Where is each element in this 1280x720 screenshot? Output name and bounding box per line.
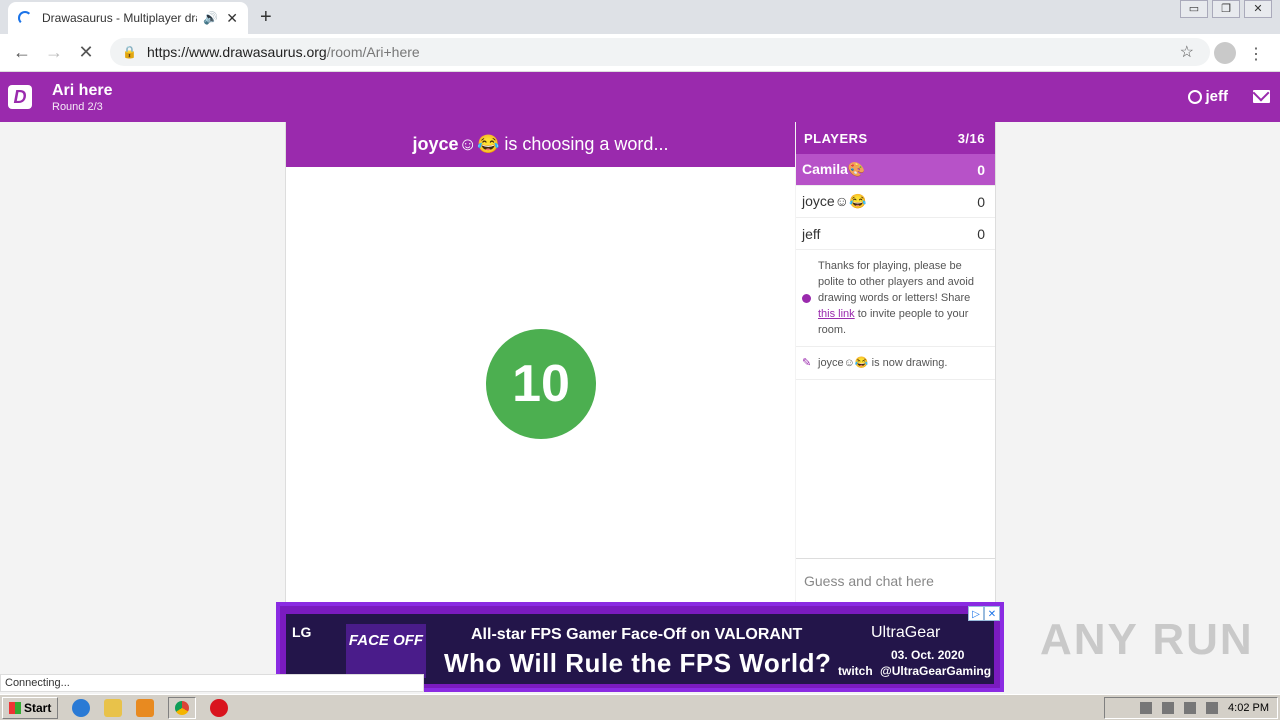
- tray-expand-icon[interactable]: [1140, 702, 1153, 714]
- ad-twitch: twitch: [838, 664, 873, 678]
- start-button[interactable]: Start: [2, 696, 59, 719]
- players-sidebar: PLAYERS 3/16 Camila🎨 0 joyce☺😂 0 jeff 0 …: [796, 122, 996, 602]
- lock-icon[interactable]: 🔒: [122, 45, 137, 59]
- info-icon: [802, 258, 812, 338]
- browser-status-bar: Connecting...: [0, 674, 424, 692]
- windows-logo-icon: [9, 701, 21, 714]
- user-icon: [1187, 89, 1202, 104]
- internet-explorer-icon[interactable]: [72, 698, 91, 717]
- player-score: 0: [977, 225, 985, 242]
- speaker-icon[interactable]: 🔊: [203, 11, 218, 25]
- stop-loading-icon[interactable]: ✕: [70, 42, 102, 63]
- loading-spinner-icon: [18, 11, 32, 25]
- minimize-button[interactable]: ▭: [1180, 0, 1208, 18]
- url-host: https://www.drawasaurus.org: [146, 44, 327, 60]
- player-count: 3/16: [957, 130, 985, 146]
- browser-tabstrip: Drawasaurus - Multiplayer draw 🔊 ✕ + ▭ ❐…: [0, 0, 1280, 34]
- mail-icon[interactable]: [1253, 90, 1270, 103]
- chat-message: ✎ joyce☺😂 is now drawing.: [796, 347, 995, 380]
- status-text: is choosing a word...: [499, 134, 669, 154]
- restore-button[interactable]: ❐: [1212, 0, 1240, 18]
- ad-close-icon[interactable]: ✕: [984, 606, 1000, 621]
- tab-title: Drawasaurus - Multiplayer draw: [42, 11, 198, 25]
- clock[interactable]: 4:02 PM: [1228, 702, 1269, 714]
- chrome-icon: [175, 700, 190, 715]
- ad-title: Who Will Rule the FPS World?: [444, 648, 832, 678]
- ad-controls: ▷ ✕: [968, 606, 1000, 621]
- notice-before: Thanks for playing, please be polite to …: [818, 260, 974, 304]
- address-bar[interactable]: 🔒 https://www.drawasaurus.org/room/Ari+h…: [110, 38, 1210, 66]
- drawasaurus-logo[interactable]: D: [8, 85, 32, 109]
- anyrun-watermark: ANY RUN: [1040, 615, 1254, 664]
- bookmark-star-icon[interactable]: ☆: [1180, 42, 1194, 62]
- ad-lg-logo: LG: [292, 624, 312, 640]
- browser-tab[interactable]: Drawasaurus - Multiplayer draw 🔊 ✕: [8, 2, 248, 34]
- pencil-icon: ✎: [802, 357, 812, 369]
- forward-arrow-icon[interactable]: →: [38, 42, 70, 63]
- ad-handle: @UltraGearGaming: [880, 664, 992, 678]
- site-header: D Ari here Round 2/3 jeff: [0, 72, 1280, 122]
- profile-avatar-icon[interactable]: [1214, 42, 1236, 64]
- drawing-canvas-area[interactable]: joyce☺😂 is choosing a word... 10: [285, 122, 795, 602]
- folder-icon[interactable]: [104, 698, 123, 717]
- player-name: Camila🎨: [802, 161, 866, 177]
- user-menu[interactable]: jeff: [1187, 88, 1229, 105]
- network-icon[interactable]: [1184, 702, 1197, 714]
- room-name: Ari here: [52, 82, 113, 99]
- chrome-taskbar-button[interactable]: [168, 696, 197, 719]
- url-path: /room/Ari+here: [326, 44, 420, 60]
- round-info: Round 2/3: [52, 101, 103, 113]
- flag-icon[interactable]: [1206, 702, 1219, 714]
- chat-notice: Thanks for playing, please be polite to …: [796, 250, 995, 347]
- player-row[interactable]: jeff 0: [796, 218, 995, 250]
- close-window-button[interactable]: ✕: [1244, 0, 1272, 18]
- player-score: 0: [977, 193, 985, 210]
- player-name: jeff: [802, 225, 821, 242]
- adchoices-icon[interactable]: ▷: [968, 606, 984, 621]
- taskbar: Start 4:02 PM: [0, 694, 1280, 720]
- tab-close-button[interactable]: ✕: [226, 10, 238, 27]
- players-heading: PLAYERS: [804, 130, 868, 146]
- ad-brand: UltraGear: [871, 624, 941, 641]
- username: jeff: [1205, 88, 1229, 105]
- invite-link[interactable]: this link: [818, 308, 855, 320]
- menu-dots-icon[interactable]: ⋮: [1248, 44, 1264, 64]
- new-tab-button[interactable]: +: [260, 6, 272, 29]
- chat-input[interactable]: Guess and chat here: [796, 558, 995, 602]
- countdown-timer: 10: [486, 329, 596, 439]
- drawing-message: joyce☺😂 is now drawing.: [818, 357, 948, 369]
- media-player-icon[interactable]: [136, 698, 155, 717]
- ad-date: 03. Oct. 2020: [891, 648, 965, 662]
- word-status-bar: joyce☺😂 is choosing a word...: [286, 122, 795, 167]
- back-arrow-icon[interactable]: ←: [6, 42, 38, 63]
- volume-icon[interactable]: [1162, 702, 1175, 714]
- system-tray: 4:02 PM: [1104, 697, 1278, 719]
- ad-faceoff-logo: FACE OFF: [346, 624, 426, 678]
- players-header: PLAYERS 3/16: [796, 122, 995, 154]
- player-name: joyce☺😂: [802, 193, 867, 209]
- player-row[interactable]: joyce☺😂 0: [796, 186, 995, 218]
- window-controls: ▭ ❐ ✕: [1180, 0, 1272, 18]
- opera-icon[interactable]: [210, 698, 229, 717]
- notice-text: Thanks for playing, please be polite to …: [818, 258, 987, 338]
- browser-toolbar: ← → ✕ 🔒 https://www.drawasaurus.org/room…: [0, 34, 1280, 72]
- ad-headline: All-star FPS Gamer Face-Off on VALORANT: [471, 626, 803, 643]
- player-score: 0: [977, 161, 985, 178]
- player-row[interactable]: Camila🎨 0: [796, 154, 995, 186]
- chooser-name: joyce☺😂: [412, 134, 500, 154]
- start-label: Start: [24, 700, 52, 715]
